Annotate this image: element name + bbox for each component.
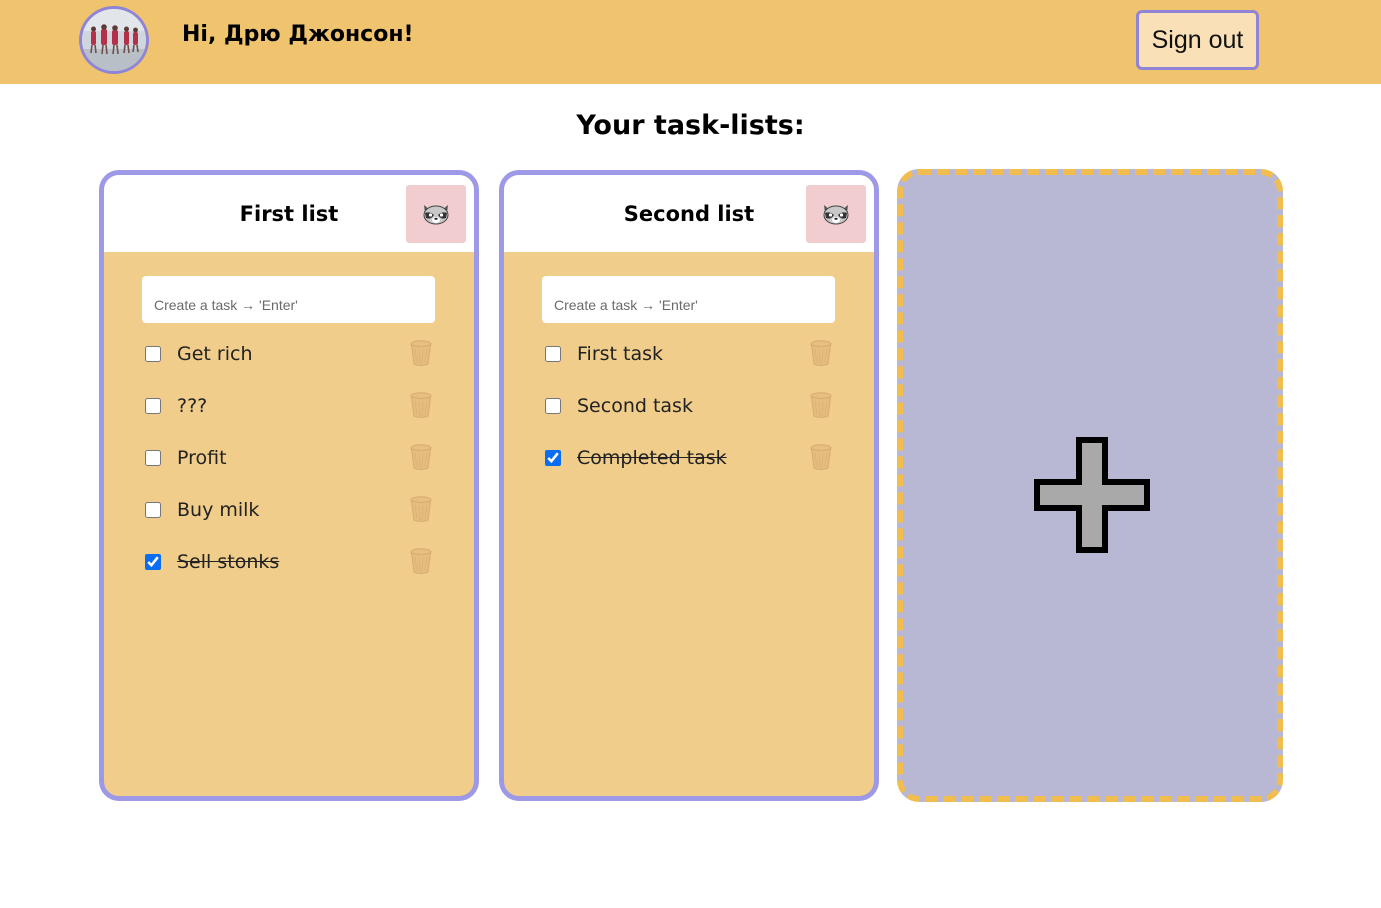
task-label: Profit [177,447,227,469]
card-header: Second list [504,175,874,252]
trash-icon[interactable] [409,547,433,575]
task-item: ??? [144,392,444,425]
card-header: First list [104,175,474,252]
trash-icon[interactable] [809,391,833,419]
task-item: Get rich [144,340,444,373]
trash-icon[interactable] [409,339,433,367]
task-list-card: First list Get rich ??? [99,170,479,801]
task-item: First task [544,340,844,373]
trash-icon[interactable] [409,391,433,419]
task-item: Buy milk [144,496,444,529]
task-checkbox[interactable] [545,346,561,362]
task-checkbox[interactable] [145,502,161,518]
add-list-button[interactable] [897,169,1283,802]
task-checkbox[interactable] [545,398,561,414]
avatar-photo [82,9,146,71]
trash-icon[interactable] [409,443,433,471]
task-label: Completed task [577,447,727,469]
task-checkbox[interactable] [545,450,561,466]
task-label: Sell stonks [177,551,280,573]
task-list-card: Second list First task Second [499,170,879,801]
task-item: Profit [144,444,444,477]
task-item: Sell stonks [144,548,444,581]
sign-out-button[interactable]: Sign out [1136,10,1259,70]
trash-icon[interactable] [409,495,433,523]
task-label: Get rich [177,343,253,365]
raccoon-icon [823,205,849,225]
list-menu-button[interactable] [406,185,466,243]
task-checkbox[interactable] [145,346,161,362]
list-menu-button[interactable] [806,185,866,243]
plus-icon [1034,437,1150,553]
task-label: Buy milk [177,499,260,521]
task-item: Completed task [544,444,844,477]
new-task-input[interactable] [142,276,435,323]
task-checkbox[interactable] [145,554,161,570]
page-title: Your task-lists: [576,110,805,141]
task-label: Second task [577,395,693,417]
task-label: First task [577,343,664,365]
trash-icon[interactable] [809,339,833,367]
task-item: Second task [544,392,844,425]
greeting-text: Hi, Дрю Джонсон! [182,22,414,47]
task-label: ??? [177,395,208,417]
trash-icon[interactable] [809,443,833,471]
task-checkbox[interactable] [145,450,161,466]
avatar[interactable] [79,6,149,74]
task-checkbox[interactable] [145,398,161,414]
raccoon-icon [423,205,449,225]
top-bar: Hi, Дрю Джонсон! Sign out [0,0,1381,84]
new-task-input[interactable] [542,276,835,323]
